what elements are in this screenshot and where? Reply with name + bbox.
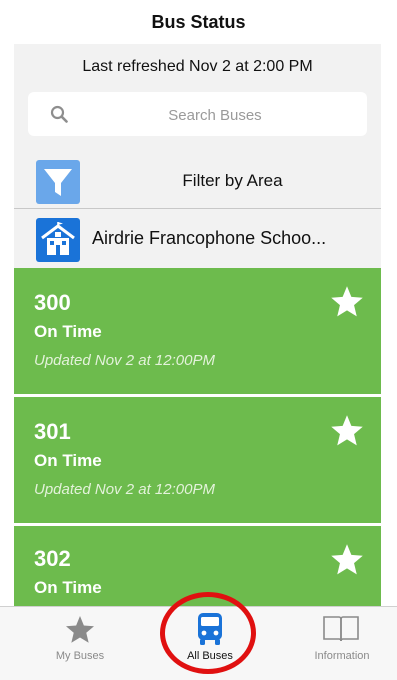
tab-my-buses[interactable]: My Buses	[20, 607, 140, 680]
star-icon	[66, 616, 94, 643]
favorite-star-icon[interactable]	[329, 413, 365, 449]
bus-status: On Time	[34, 578, 102, 597]
filter-panel: Last refreshed Nov 2 at 2:00 PM Filter b…	[14, 44, 381, 271]
bus-card-302[interactable]: 302 On Time	[14, 526, 381, 606]
bus-updated-time: Updated Nov 2 at 12:00PM	[34, 352, 215, 369]
school-row[interactable]: Airdrie Francophone Schoo...	[14, 210, 381, 266]
bus-number: 300	[34, 290, 71, 315]
nav-bar: Bus Status	[0, 0, 397, 44]
tab-label: Information	[314, 650, 370, 662]
bus-card-300[interactable]: 300 On Time Updated Nov 2 at 12:00PM	[14, 268, 381, 394]
bus-status: On Time	[34, 451, 102, 470]
bus-number: 301	[34, 419, 71, 444]
search-input[interactable]	[78, 92, 352, 138]
search-icon	[50, 105, 68, 123]
tab-bar: My Buses All Buses Information	[0, 606, 397, 680]
bus-card-301[interactable]: 301 On Time Updated Nov 2 at 12:00PM	[14, 397, 381, 523]
filter-by-area-label: Filter by Area	[182, 171, 283, 190]
school-icon	[36, 218, 80, 262]
bus-status: On Time	[34, 322, 102, 341]
tab-all-buses[interactable]: All Buses	[148, 607, 272, 680]
page-title: Bus Status	[151, 11, 246, 32]
book-icon	[323, 616, 359, 642]
filter-by-area-row[interactable]: Filter by Area	[14, 154, 381, 209]
tab-label: All Buses	[187, 650, 233, 662]
last-refreshed-text: Last refreshed Nov 2 at 2:00 PM	[82, 58, 313, 75]
favorite-star-icon[interactable]	[329, 284, 365, 320]
tab-information[interactable]: Information	[282, 607, 397, 680]
bus-updated-time: Updated Nov 2 at 12:00PM	[34, 481, 215, 498]
favorite-star-icon[interactable]	[329, 542, 365, 578]
search-bar[interactable]	[28, 92, 367, 138]
filter-icon	[36, 160, 80, 204]
bus-icon	[198, 613, 222, 645]
bus-number: 302	[34, 546, 71, 571]
tab-label: My Buses	[55, 650, 105, 662]
school-label: Airdrie Francophone Schoo...	[92, 227, 327, 248]
